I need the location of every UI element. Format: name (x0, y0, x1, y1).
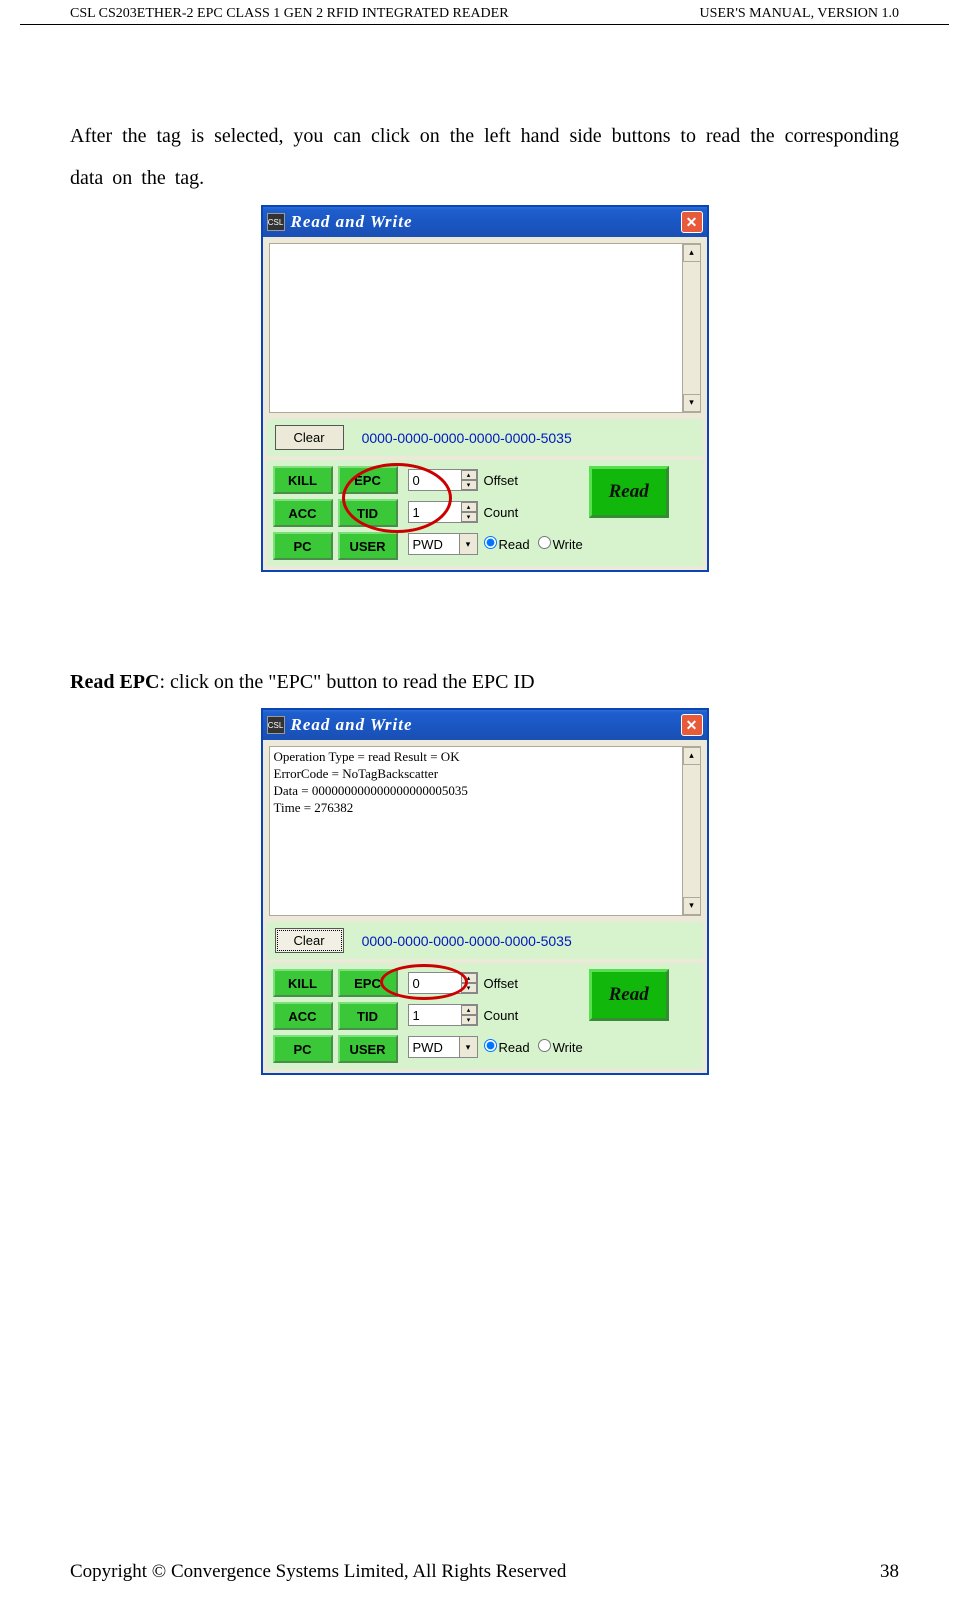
log-textarea[interactable]: ▴ ▾ (269, 243, 701, 413)
offset-label: Offset (484, 473, 518, 488)
read-button[interactable]: Read (589, 466, 669, 518)
read-write-window-2: CSL Read and Write ✕ Operation Type = re… (261, 708, 709, 1075)
scroll-down-icon[interactable]: ▾ (683, 394, 701, 412)
pwd-combo[interactable]: PWD ▾ (408, 533, 478, 555)
titlebar: CSL Read and Write ✕ (263, 207, 707, 237)
offset-value: 0 (413, 976, 420, 991)
scroll-up-icon[interactable]: ▴ (683, 244, 701, 262)
memory-bank-buttons: KILL EPC ACC TID PC USER (273, 969, 398, 1063)
tid-button[interactable]: TID (338, 1002, 398, 1030)
paragraph-1: After the tag is selected, you can click… (70, 115, 899, 199)
chevron-down-icon[interactable]: ▾ (459, 534, 477, 554)
close-icon[interactable]: ✕ (681, 714, 703, 736)
spin-up-icon[interactable]: ▴ (461, 470, 477, 480)
spin-up-icon[interactable]: ▴ (461, 502, 477, 512)
spin-down-icon[interactable]: ▾ (461, 1015, 477, 1025)
kill-button[interactable]: KILL (273, 969, 333, 997)
titlebar: CSL Read and Write ✕ (263, 710, 707, 740)
close-icon[interactable]: ✕ (681, 211, 703, 233)
count-value: 1 (413, 1008, 420, 1023)
paragraph-2: Read EPC: click on the "EPC" button to r… (70, 662, 899, 702)
rw-radios: Read Write (484, 1039, 583, 1055)
count-label: Count (484, 505, 519, 520)
write-radio[interactable]: Write (538, 536, 583, 552)
epc-panel: Clear 0000-0000-0000-0000-0000-5035 (267, 922, 703, 959)
epc-button[interactable]: EPC (338, 969, 398, 997)
header-right: USER'S MANUAL, VERSION 1.0 (700, 6, 899, 22)
log-line: Time = 276382 (274, 800, 696, 817)
control-panel: KILL EPC ACC TID PC USER 0▴▾ Offset 1▴▾ … (267, 963, 703, 1069)
scrollbar[interactable]: ▴ ▾ (682, 747, 700, 915)
pc-button[interactable]: PC (273, 532, 333, 560)
read-column: Read (589, 466, 669, 560)
acc-button[interactable]: ACC (273, 499, 333, 527)
read-write-window-1: CSL Read and Write ✕ ▴ ▾ Clear 0000-0000… (261, 205, 709, 572)
offset-input[interactable]: 0 ▴▾ (408, 972, 478, 994)
spin-down-icon[interactable]: ▾ (461, 512, 477, 522)
read-column: Read (589, 969, 669, 1063)
offset-input[interactable]: 0 ▴▾ (408, 469, 478, 491)
log-line: Data = 000000000000000000005035 (274, 783, 696, 800)
rw-radios: Read Write (484, 536, 583, 552)
read-button[interactable]: Read (589, 969, 669, 1021)
memory-bank-buttons: KILL EPC ACC TID PC USER (273, 466, 398, 560)
control-panel: KILL EPC ACC TID PC USER 0▴▾ Offset 1▴▾ … (267, 460, 703, 566)
user-button[interactable]: USER (338, 532, 398, 560)
header-left: CSL CS203ETHER-2 EPC CLASS 1 GEN 2 RFID … (70, 6, 509, 22)
offset-value: 0 (413, 473, 420, 488)
footer-copyright: Copyright © Convergence Systems Limited,… (70, 1561, 566, 1583)
window-title: Read and Write (291, 715, 681, 735)
spin-up-icon[interactable]: ▴ (461, 973, 477, 983)
write-radio[interactable]: Write (538, 1039, 583, 1055)
count-input[interactable]: 1 ▴▾ (408, 1004, 478, 1026)
log-line: ErrorCode = NoTagBackscatter (274, 766, 696, 783)
acc-button[interactable]: ACC (273, 1002, 333, 1030)
offset-label: Offset (484, 976, 518, 991)
read-radio[interactable]: Read (484, 1039, 530, 1055)
log-line: Operation Type = read Result = OK (274, 749, 696, 766)
count-input[interactable]: 1 ▴▾ (408, 501, 478, 523)
epc-panel: Clear 0000-0000-0000-0000-0000-5035 (267, 419, 703, 456)
pwd-value: PWD (413, 1040, 443, 1055)
pwd-value: PWD (413, 537, 443, 552)
clear-button[interactable]: Clear (275, 425, 344, 450)
tid-button[interactable]: TID (338, 499, 398, 527)
user-button[interactable]: USER (338, 1035, 398, 1063)
count-value: 1 (413, 505, 420, 520)
epc-button[interactable]: EPC (338, 466, 398, 494)
params-column: 0▴▾ Offset 1▴▾ Count PWD▾ Read Write (408, 969, 583, 1063)
clear-button[interactable]: Clear (275, 928, 344, 953)
spin-up-icon[interactable]: ▴ (461, 1005, 477, 1015)
kill-button[interactable]: KILL (273, 466, 333, 494)
epc-display-text: 0000-0000-0000-0000-0000-5035 (362, 933, 572, 949)
footer-page-number: 38 (880, 1561, 899, 1583)
log-textarea[interactable]: Operation Type = read Result = OK ErrorC… (269, 746, 701, 916)
scrollbar[interactable]: ▴ ▾ (682, 244, 700, 412)
count-label: Count (484, 1008, 519, 1023)
para2-bold: Read EPC (70, 671, 159, 693)
read-radio[interactable]: Read (484, 536, 530, 552)
page-footer: Copyright © Convergence Systems Limited,… (0, 1561, 969, 1583)
scroll-up-icon[interactable]: ▴ (683, 747, 701, 765)
app-icon: CSL (267, 716, 285, 734)
scroll-down-icon[interactable]: ▾ (683, 897, 701, 915)
app-icon: CSL (267, 213, 285, 231)
params-column: 0▴▾ Offset 1▴▾ Count PWD▾ Read Write (408, 466, 583, 560)
epc-display-text: 0000-0000-0000-0000-0000-5035 (362, 430, 572, 446)
page-header: CSL CS203ETHER-2 EPC CLASS 1 GEN 2 RFID … (20, 0, 949, 25)
para2-rest: : click on the "EPC" button to read the … (159, 671, 534, 693)
spin-down-icon[interactable]: ▾ (461, 983, 477, 993)
window-title: Read and Write (291, 212, 681, 232)
spin-down-icon[interactable]: ▾ (461, 480, 477, 490)
pwd-combo[interactable]: PWD ▾ (408, 1036, 478, 1058)
chevron-down-icon[interactable]: ▾ (459, 1037, 477, 1057)
pc-button[interactable]: PC (273, 1035, 333, 1063)
